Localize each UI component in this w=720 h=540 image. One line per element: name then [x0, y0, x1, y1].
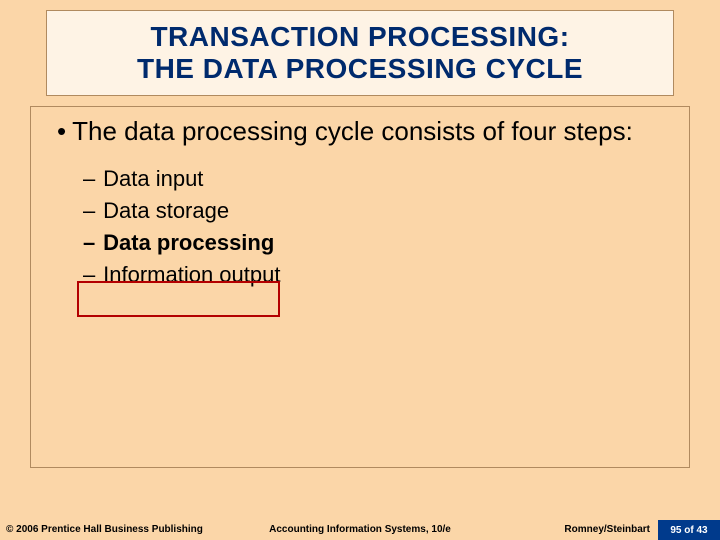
list-item: – Data processing — [83, 227, 673, 259]
slide-title: TRANSACTION PROCESSING: THE DATA PROCESS… — [137, 21, 583, 85]
list-item-label: Information output — [103, 262, 280, 287]
list-item-label: Data input — [103, 166, 203, 191]
page-badge: 95 of 43 — [658, 520, 720, 540]
slide-title-box: TRANSACTION PROCESSING: THE DATA PROCESS… — [46, 10, 674, 96]
title-line-1: TRANSACTION PROCESSING: — [150, 21, 569, 52]
steps-list: – Data input– Data storage– Data process… — [83, 163, 673, 291]
list-item: – Information output — [83, 259, 673, 291]
lead-text: The data processing cycle consists of fo… — [72, 116, 633, 146]
bullet-dot: • — [57, 116, 66, 146]
page-current: 95 — [670, 525, 681, 536]
dash-icon: – — [83, 227, 97, 259]
dash-icon: – — [83, 259, 97, 291]
list-item: – Data storage — [83, 195, 673, 227]
list-item-label: Data storage — [103, 198, 229, 223]
footer-authors: Romney/Steinbart — [564, 524, 650, 535]
title-line-2: THE DATA PROCESSING CYCLE — [137, 53, 583, 84]
dash-icon: – — [83, 195, 97, 227]
slide-footer: © 2006 Prentice Hall Business Publishing… — [0, 518, 720, 540]
page-total: 43 — [697, 525, 708, 536]
dash-icon: – — [83, 163, 97, 195]
slide-content-box: •The data processing cycle consists of f… — [30, 106, 690, 468]
page-of: of — [682, 525, 697, 536]
list-item-label: Data processing — [103, 230, 274, 255]
lead-bullet: •The data processing cycle consists of f… — [57, 117, 673, 147]
list-item: – Data input — [83, 163, 673, 195]
